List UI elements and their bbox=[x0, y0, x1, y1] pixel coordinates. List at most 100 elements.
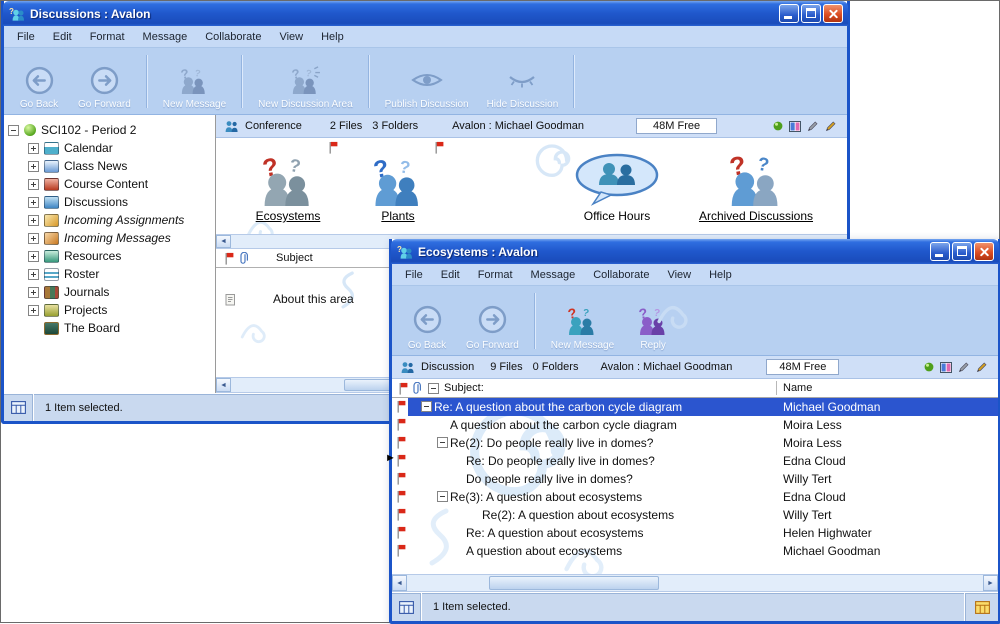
tree-item-course-content[interactable]: Course Content bbox=[28, 175, 215, 193]
calendar-icon bbox=[44, 142, 59, 155]
menu-file[interactable]: File bbox=[8, 29, 44, 45]
tree-item-projects[interactable]: Projects bbox=[28, 301, 215, 319]
menu-format[interactable]: Format bbox=[469, 267, 522, 283]
expand-box-icon[interactable] bbox=[28, 215, 39, 226]
toolbar-publish-discussion-button[interactable]: Publish Discussion bbox=[377, 51, 477, 112]
toolbar-new-message-button[interactable]: ??New Message bbox=[543, 289, 622, 353]
tree-item-roster[interactable]: Roster bbox=[28, 265, 215, 283]
collapse-box-icon[interactable] bbox=[437, 491, 448, 502]
tree-item-the-board[interactable]: The Board bbox=[28, 319, 215, 337]
maximize-button[interactable] bbox=[801, 4, 821, 23]
column-divider[interactable] bbox=[776, 381, 777, 395]
shortcut-plants[interactable]: ??Plants bbox=[346, 144, 450, 223]
status-grid-orange-icon[interactable] bbox=[965, 593, 998, 621]
tree-item-class-news[interactable]: Class News bbox=[28, 157, 215, 175]
split-view-icon[interactable] bbox=[789, 121, 801, 132]
message-row[interactable]: A question about the carbon cycle diagra… bbox=[392, 416, 998, 434]
expand-box-icon[interactable] bbox=[28, 305, 39, 316]
toolbar-hide-discussion-button[interactable]: Hide Discussion bbox=[479, 51, 567, 112]
tree-item-calendar[interactable]: Calendar bbox=[28, 139, 215, 157]
collapse-box-icon[interactable] bbox=[421, 401, 432, 412]
toolbar-new-message-button[interactable]: ??New Message bbox=[155, 51, 234, 112]
message-row[interactable]: Re: A question about the carbon cycle di… bbox=[392, 398, 998, 416]
menu-message[interactable]: Message bbox=[134, 29, 197, 45]
message-row[interactable]: Re(3): A question about ecosystemsEdna C… bbox=[392, 488, 998, 506]
expand-box-icon[interactable] bbox=[28, 251, 39, 262]
minimize-button[interactable] bbox=[779, 4, 799, 23]
scroll-left-button[interactable]: ◄ bbox=[216, 378, 231, 392]
expand-box-icon[interactable] bbox=[28, 161, 39, 172]
scroll-left-button[interactable]: ◄ bbox=[216, 235, 231, 248]
tree-item-incoming-assignments[interactable]: Incoming Assignments bbox=[28, 211, 215, 229]
flag-icon bbox=[224, 252, 234, 265]
toolbar-go-back-button[interactable]: Go Back bbox=[10, 51, 68, 112]
titlebar-ecosystems[interactable]: ? Ecosystems : Avalon bbox=[391, 239, 999, 264]
status-grid-icon[interactable] bbox=[4, 394, 33, 421]
expand-box-icon[interactable] bbox=[28, 269, 39, 280]
expand-box-icon[interactable] bbox=[28, 197, 39, 208]
collapse-box-icon[interactable] bbox=[437, 437, 448, 448]
status-grid-icon[interactable] bbox=[392, 593, 421, 621]
menu-edit[interactable]: Edit bbox=[44, 29, 81, 45]
menu-collaborate[interactable]: Collaborate bbox=[584, 267, 658, 283]
collapse-box-icon[interactable] bbox=[8, 125, 19, 136]
edit-pencil-icon[interactable] bbox=[807, 120, 819, 132]
message-row[interactable]: A question about ecosystemsMichael Goodm… bbox=[392, 542, 998, 560]
menu-format[interactable]: Format bbox=[81, 29, 134, 45]
split-view-icon[interactable] bbox=[940, 362, 952, 373]
toolbar-new-discussion-area-button[interactable]: ??New Discussion Area bbox=[250, 51, 360, 112]
close-button[interactable] bbox=[823, 4, 843, 23]
edit-pencil-icon[interactable] bbox=[958, 361, 970, 373]
maximize-button[interactable] bbox=[952, 242, 972, 261]
tree-item-incoming-messages[interactable]: Incoming Messages bbox=[28, 229, 215, 247]
shortcut-ecosystems[interactable]: ??Ecosystems bbox=[232, 144, 344, 223]
expand-box-icon[interactable] bbox=[28, 233, 39, 244]
collapse-all-icon[interactable] bbox=[428, 383, 439, 394]
menu-file[interactable]: File bbox=[396, 267, 432, 283]
menu-view[interactable]: View bbox=[270, 29, 312, 45]
menu-edit[interactable]: Edit bbox=[432, 267, 469, 283]
status-dot-icon[interactable] bbox=[773, 121, 783, 131]
expand-box-icon[interactable] bbox=[28, 143, 39, 154]
scrollbar-thumb[interactable] bbox=[489, 576, 659, 590]
message-row[interactable]: Re(2): A question about ecosystemsWilly … bbox=[392, 506, 998, 524]
menu-collaborate[interactable]: Collaborate bbox=[196, 29, 270, 45]
scrollbar-track[interactable] bbox=[407, 575, 983, 591]
message-row[interactable]: Re: Do people really live in domes?Edna … bbox=[392, 452, 998, 470]
close-button[interactable] bbox=[974, 242, 994, 261]
minimize-button[interactable] bbox=[930, 242, 950, 261]
toolbar-reply-button[interactable]: ??Reply bbox=[624, 289, 682, 353]
compose-pencil-icon[interactable] bbox=[976, 361, 988, 373]
subject-column-header[interactable]: Subject bbox=[276, 252, 313, 264]
titlebar-discussions[interactable]: ? Discussions : Avalon bbox=[3, 1, 848, 26]
horizontal-scrollbar[interactable]: ◄ ► bbox=[392, 574, 998, 592]
menu-help[interactable]: Help bbox=[700, 267, 741, 283]
expand-box-icon[interactable] bbox=[28, 179, 39, 190]
menu-view[interactable]: View bbox=[658, 267, 700, 283]
menu-message[interactable]: Message bbox=[522, 267, 585, 283]
tree-item-journals[interactable]: Journals bbox=[28, 283, 215, 301]
tree-item-discussions[interactable]: Discussions bbox=[28, 193, 215, 211]
incoming-messages-icon bbox=[44, 232, 59, 245]
status-dot-icon[interactable] bbox=[924, 362, 934, 372]
scroll-left-button[interactable]: ◄ bbox=[392, 575, 407, 591]
scroll-right-button[interactable]: ► bbox=[983, 575, 998, 591]
flag-icon[interactable] bbox=[398, 382, 408, 395]
compose-pencil-icon[interactable] bbox=[825, 120, 837, 132]
shortcut-office-hours[interactable]: Office Hours bbox=[554, 144, 680, 223]
expand-box-icon[interactable] bbox=[28, 287, 39, 298]
paperclip-icon[interactable] bbox=[413, 382, 423, 395]
message-row[interactable]: Do people really live in domes?Willy Ter… bbox=[392, 470, 998, 488]
shortcut-archived-discussions[interactable]: ??Archived Discussions bbox=[672, 144, 840, 223]
splitter-arrow-icon[interactable]: ► bbox=[385, 452, 396, 464]
tree-root[interactable]: SCI102 - Period 2 bbox=[8, 121, 215, 139]
message-row[interactable]: Re: A question about ecosystemsHelen Hig… bbox=[392, 524, 998, 542]
toolbar-go-forward-button[interactable]: Go Forward bbox=[458, 289, 527, 353]
message-row[interactable]: Re(2): Do people really live in domes?Mo… bbox=[392, 434, 998, 452]
menu-help[interactable]: Help bbox=[312, 29, 353, 45]
toolbar-go-forward-button[interactable]: Go Forward bbox=[70, 51, 139, 112]
subject-column-header[interactable]: Subject: bbox=[444, 382, 484, 394]
tree-item-resources[interactable]: Resources bbox=[28, 247, 215, 265]
name-column-header[interactable]: Name bbox=[783, 382, 812, 394]
toolbar-go-back-button[interactable]: Go Back bbox=[398, 289, 456, 353]
